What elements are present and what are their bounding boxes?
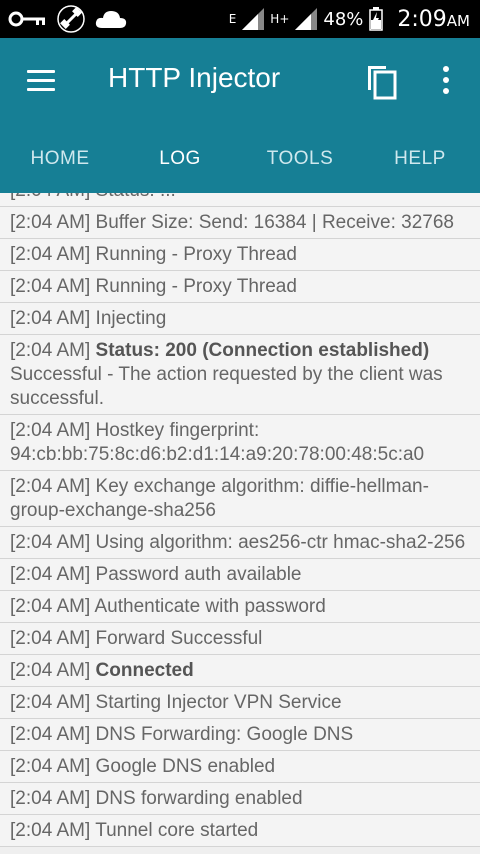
log-entries: [2:04 AM] Status: ...[2:04 AM] Buffer Si… bbox=[0, 193, 480, 847]
log-message: Tunnel core started bbox=[95, 820, 259, 841]
battery-charging-icon bbox=[369, 7, 384, 31]
log-entry: [2:04 AM] DNS forwarding enabled bbox=[0, 783, 480, 815]
tab-home[interactable]: HOME bbox=[0, 124, 120, 193]
menu-icon-line bbox=[27, 70, 55, 73]
log-message: Using algorithm: aes256-ctr hmac-sha2-25… bbox=[95, 532, 466, 553]
log-entry: [2:04 AM] Starting Injector VPN Service bbox=[0, 687, 480, 719]
log-timestamp: [2:04 AM] bbox=[10, 724, 96, 745]
log-entry: [2:04 AM] Authenticate with password bbox=[0, 591, 480, 623]
log-timestamp: [2:04 AM] bbox=[10, 692, 96, 713]
log-message: Status: ... bbox=[96, 193, 176, 201]
log-timestamp: [2:04 AM] bbox=[10, 820, 96, 841]
log-entry: [2:04 AM] Forward Successful bbox=[0, 623, 480, 655]
log-message: Authenticate with password bbox=[94, 596, 326, 617]
log-timestamp: [2:04 AM] bbox=[10, 212, 96, 233]
signal-icon-2 bbox=[295, 8, 318, 30]
network-type-label: E bbox=[228, 12, 237, 26]
log-entry: [2:04 AM] Hostkey fingerprint: 94:cb:bb:… bbox=[0, 415, 480, 471]
log-entry: [2:04 AM] Connected bbox=[0, 655, 480, 687]
log-entry: [2:04 AM] Password auth available bbox=[0, 559, 480, 591]
log-timestamp: [2:04 AM] bbox=[10, 276, 96, 297]
satellite-icon bbox=[57, 5, 85, 33]
log-entry: [2:04 AM] DNS Forwarding: Google DNS bbox=[0, 719, 480, 751]
log-message: Password auth available bbox=[95, 564, 302, 585]
notification-icons bbox=[0, 4, 128, 34]
log-entry: [2:04 AM] Injecting bbox=[0, 303, 480, 335]
battery-percent: 48% bbox=[323, 8, 364, 30]
log-timestamp: [2:04 AM] bbox=[10, 756, 96, 777]
menu-icon-line bbox=[27, 79, 55, 82]
log-message: Successful - The action requested by the… bbox=[10, 364, 443, 409]
log-timestamp: [2:04 AM] bbox=[10, 476, 96, 497]
log-timestamp: [2:04 AM] bbox=[10, 244, 96, 265]
log-timestamp: [2:04 AM] bbox=[10, 193, 96, 201]
clock-ampm: AM bbox=[446, 11, 470, 30]
cloud-icon bbox=[95, 11, 127, 28]
log-timestamp: [2:04 AM] bbox=[10, 340, 96, 361]
status-bar: E H+ 48% 2:09AM bbox=[0, 0, 480, 38]
system-indicators: E H+ 48% 2:09AM bbox=[229, 7, 480, 32]
log-timestamp: [2:04 AM] bbox=[10, 564, 96, 585]
more-vert-icon bbox=[443, 66, 449, 94]
log-message: DNS Forwarding: Google DNS bbox=[95, 724, 354, 745]
log-message: Running - Proxy Thread bbox=[95, 244, 297, 265]
log-timestamp: [2:04 AM] bbox=[10, 628, 96, 649]
log-entry: [2:04 AM] Running - Proxy Thread bbox=[0, 239, 480, 271]
menu-button[interactable] bbox=[24, 66, 58, 96]
more-options-button[interactable] bbox=[434, 64, 458, 98]
log-message: Forward Successful bbox=[95, 628, 263, 649]
log-timestamp: [2:04 AM] bbox=[10, 596, 95, 617]
log-status-text: Status: 200 (Connection established) bbox=[95, 340, 430, 361]
tab-help[interactable]: HELP bbox=[360, 124, 480, 193]
log-message: Buffer Size: Send: 16384 | Receive: 3276… bbox=[95, 212, 454, 233]
log-entry: [2:04 AM] Status: 200 (Connection establ… bbox=[0, 335, 480, 415]
log-message: DNS forwarding enabled bbox=[95, 788, 303, 809]
clock-time: 2:09 bbox=[397, 6, 447, 32]
tab-tools[interactable]: TOOLS bbox=[240, 124, 360, 193]
log-message: Running - Proxy Thread bbox=[95, 276, 297, 297]
signal-icon bbox=[242, 8, 265, 30]
log-timestamp: [2:04 AM] bbox=[10, 660, 96, 681]
log-entry: [2:04 AM] Running - Proxy Thread bbox=[0, 271, 480, 303]
log-message: Injecting bbox=[95, 308, 167, 329]
menu-icon-line bbox=[27, 88, 55, 91]
log-entry: [2:04 AM] Tunnel core started bbox=[0, 815, 480, 847]
log-status-text: Connected bbox=[95, 660, 194, 681]
clock: 2:09AM bbox=[397, 7, 470, 32]
log-list[interactable]: [2:04 AM] Status: ...[2:04 AM] Buffer Si… bbox=[0, 193, 480, 854]
log-timestamp: [2:04 AM] bbox=[10, 532, 96, 553]
copy-icon bbox=[368, 66, 397, 100]
log-entry: [2:04 AM] Buffer Size: Send: 16384 | Rec… bbox=[0, 207, 480, 239]
log-message: Starting Injector VPN Service bbox=[95, 692, 342, 713]
log-entry: [2:04 AM] Status: ... bbox=[0, 193, 480, 207]
secondary-network-label: H+ bbox=[270, 12, 290, 26]
tab-bar: HOME LOG TOOLS HELP bbox=[0, 124, 480, 193]
tab-log[interactable]: LOG bbox=[120, 124, 240, 193]
log-timestamp: [2:04 AM] bbox=[10, 420, 96, 441]
key-icon bbox=[8, 11, 45, 27]
app-bar: HTTP Injector bbox=[0, 38, 480, 124]
log-timestamp: [2:04 AM] bbox=[10, 788, 96, 809]
log-timestamp: [2:04 AM] bbox=[10, 308, 96, 329]
copy-button[interactable] bbox=[364, 62, 400, 100]
log-entry: [2:04 AM] Key exchange algorithm: diffie… bbox=[0, 471, 480, 527]
app-title: HTTP Injector bbox=[108, 62, 281, 93]
log-entry: [2:04 AM] Google DNS enabled bbox=[0, 751, 480, 783]
log-message: Google DNS enabled bbox=[95, 756, 276, 777]
log-entry: [2:04 AM] Using algorithm: aes256-ctr hm… bbox=[0, 527, 480, 559]
